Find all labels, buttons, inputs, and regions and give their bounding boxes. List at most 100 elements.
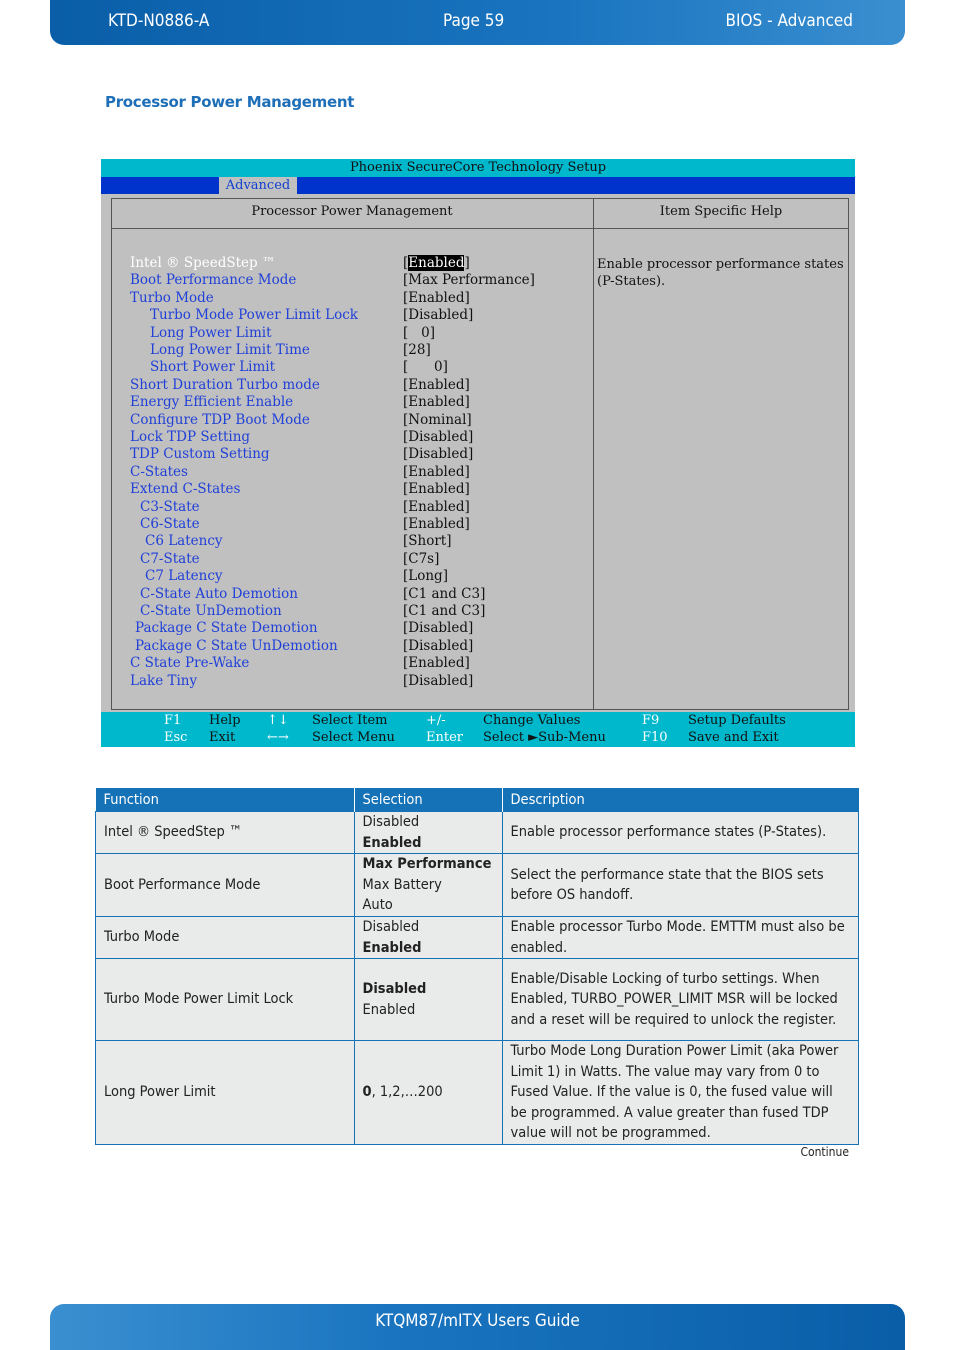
function-cell: Turbo Mode Power Limit Lock [95,958,355,1041]
bios-setting-row[interactable]: Lake Tiny [Disabled] [101,673,591,690]
key-left-right-arrows: ←→ [267,730,289,745]
bios-setting-value[interactable]: [Enabled] [403,290,470,307]
bios-setting-value[interactable]: [Disabled] [403,620,473,637]
key-up-down-desc: Select Item [312,713,388,728]
bios-setting-row[interactable]: Short Duration Turbo mode [Enabled] [101,377,591,394]
selection-cell: Disabled Enabled [353,958,503,1041]
bios-setting-value[interactable]: [Enabled] [403,255,470,272]
bios-setting-row[interactable]: Boot Performance Mode [Max Performance] [101,272,591,289]
bios-setting-value[interactable]: [ 0] [403,325,435,342]
chapter-title: BIOS - Advanced [725,11,854,31]
default-option: Enabled [362,939,422,956]
bios-setting-value[interactable]: [Enabled] [403,481,470,498]
bios-setting-value[interactable]: [Enabled] [403,394,470,411]
default-option: Enabled [362,834,422,851]
bios-setting-value[interactable]: [Disabled] [403,446,473,463]
bios-setting-row[interactable]: C7 Latency [Long] [101,568,591,585]
bios-setting-row[interactable]: Turbo Mode Power Limit Lock [Disabled] [101,307,591,324]
bios-setting-row[interactable]: C6-State [Enabled] [101,516,591,533]
bios-setting-label: C3-State [140,498,200,515]
key-plus-minus-desc: Change Values [483,713,581,728]
option: Max Battery [362,876,442,893]
selection-cell: Disabled Enabled [353,811,503,854]
bios-setting-label: C-States [130,463,188,480]
bios-setting-value[interactable]: [C1 and C3] [403,603,485,620]
bios-setting-value[interactable]: [C1 and C3] [403,586,485,603]
bios-setting-label: Short Duration Turbo mode [130,376,320,393]
bios-setting-row[interactable]: C-State Auto Demotion [C1 and C3] [101,586,591,603]
bios-setting-label: Package C State UnDemotion [135,637,338,654]
table-header-row: Function Selection Description [95,788,859,812]
key-f9: F9 [642,713,660,728]
bios-setting-label: Short Power Limit [150,359,276,376]
bios-setting-row[interactable]: Intel ® SpeedStep ™ [Enabled] [101,255,591,272]
bios-setting-row[interactable]: Long Power Limit [ 0] [101,325,591,342]
function-table: Function Selection Description Intel ® S… [95,788,859,1145]
bios-setting-value[interactable]: [Nominal] [403,412,472,429]
highlighted-value[interactable]: Enabled [408,255,465,271]
key-up-down-arrows: ↑↓ [267,713,289,728]
function-cell: Turbo Mode [95,916,355,959]
bios-setting-label: Package C State Demotion [135,620,318,637]
function-cell: Intel ® SpeedStep ™ [95,811,355,854]
bios-setting-row[interactable]: C3-State [Enabled] [101,499,591,516]
bios-setting-label: Lake Tiny [130,672,198,689]
column-header-function: Function [95,788,354,812]
bios-setting-value[interactable]: [ 0] [403,359,448,376]
selection-cell: Max Performance Max Battery Auto [353,853,503,917]
table-row: Boot Performance Mode Max Performance Max … [95,853,859,917]
selection-cell: 0, 1,2,…200 [353,1040,503,1145]
bios-setting-row[interactable]: Package C State Demotion [Disabled] [101,620,591,637]
table-row: Turbo Mode Disabled Enabled Enable processo… [95,916,859,959]
description-cell: Select the performance state that the BI… [501,853,859,917]
bios-setting-label: C State Pre-Wake [130,655,250,672]
bios-setting-value[interactable]: [Enabled] [403,464,470,481]
bios-setting-value[interactable]: [Short] [403,533,451,550]
bios-setting-row[interactable]: Configure TDP Boot Mode [Nominal] [101,412,591,429]
bios-setting-row[interactable]: C6 Latency [Short] [101,533,591,550]
bios-setting-row[interactable]: Energy Efficient Enable [Enabled] [101,394,591,411]
bios-setting-value[interactable]: [Disabled] [403,638,473,655]
panel-divider [593,198,594,710]
key-esc: Esc [164,730,188,745]
bios-setting-value[interactable]: [Enabled] [403,499,470,516]
bios-setting-row[interactable]: C-State UnDemotion [C1 and C3] [101,603,591,620]
bios-setting-row[interactable]: Extend C-States [Enabled] [101,481,591,498]
bios-setting-row[interactable]: Lock TDP Setting [Disabled] [101,429,591,446]
bios-setting-value[interactable]: [Enabled] [403,516,470,533]
key-enter-desc: Select ►Sub-Menu [483,730,606,745]
bios-setting-row[interactable]: C7-State [C7s] [101,551,591,568]
bios-setting-row[interactable]: C-States [Enabled] [101,464,591,481]
function-cell: Long Power Limit [95,1040,355,1145]
bios-setting-label: C-State Auto Demotion [140,585,298,602]
bios-setting-value[interactable]: [Enabled] [403,377,470,394]
bios-setting-value[interactable]: [Disabled] [403,429,473,446]
bios-title-bar: Phoenix SecureCore Technology Setup [101,159,855,177]
selection-cell: Disabled Enabled [353,916,503,959]
bios-setting-label: Turbo Mode Power Limit Lock [150,307,358,324]
column-header-selection: Selection [353,788,502,812]
bios-setting-label: C7 Latency [145,568,223,585]
bios-setting-value[interactable]: [Disabled] [403,673,473,690]
tab-advanced[interactable]: Advanced [219,177,297,194]
bios-setting-row[interactable]: Turbo Mode [Enabled] [101,290,591,307]
page-footer: KTQM87/mITX Users Guide [50,1304,905,1350]
panel-header-divider [111,228,849,229]
bios-setting-row[interactable]: Short Power Limit [ 0] [101,359,591,376]
bios-setting-value[interactable]: [Long] [403,568,448,585]
bios-setting-value[interactable]: [Enabled] [403,655,470,672]
bios-setting-row[interactable]: C State Pre-Wake [Enabled] [101,655,591,672]
bios-setting-value[interactable]: [Disabled] [403,307,473,324]
bios-setting-value[interactable]: [28] [403,342,431,359]
bios-setting-row[interactable]: Package C State UnDemotion [Disabled] [101,638,591,655]
key-f10-desc: Save and Exit [688,730,779,745]
page-header: KTD-N0886-A Page 59 BIOS - Advanced [50,0,905,45]
bios-setting-value[interactable]: [Max Performance] [403,272,535,289]
bios-setting-row[interactable]: TDP Custom Setting [Disabled] [101,446,591,463]
bios-setting-value[interactable]: [C7s] [403,551,439,568]
bios-setting-row[interactable]: Long Power Limit Time [28] [101,342,591,359]
key-f9-desc: Setup Defaults [688,713,786,728]
continue-label: Continue [800,1145,849,1159]
bios-menu-bar: Advanced [101,177,855,194]
table-row: Turbo Mode Power Limit Lock Disabled Enabl… [95,958,859,1041]
